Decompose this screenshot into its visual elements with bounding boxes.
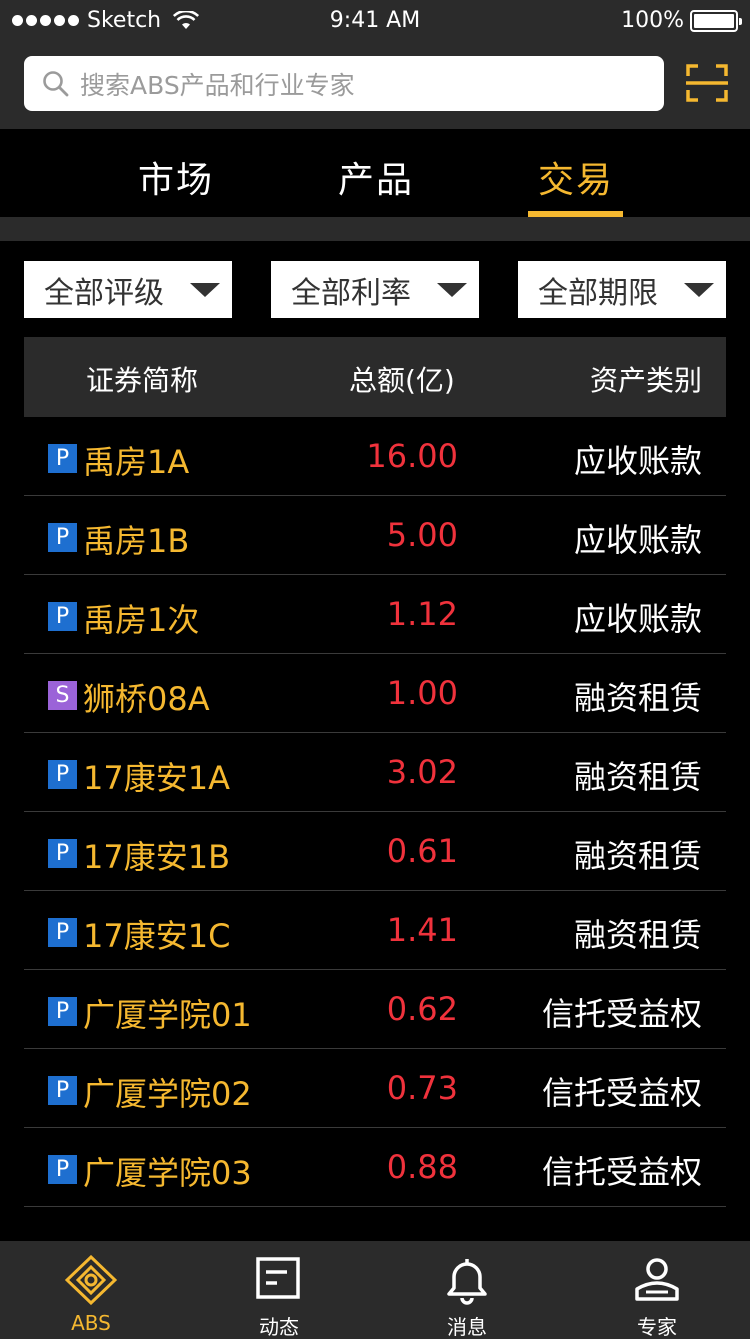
security-type-badge: S bbox=[48, 681, 77, 710]
section-divider bbox=[0, 217, 750, 241]
nav-messages[interactable]: 消息 bbox=[407, 1241, 527, 1339]
tab-market[interactable]: 市场 bbox=[106, 151, 246, 203]
security-type-badge: P bbox=[48, 997, 77, 1026]
securities-table-body: P 禹房1A 16.00 应收账款 P 禹房1B 5.00 应收账款 P 禹房1次 1.12 应收账款… bbox=[24, 417, 726, 1207]
security-name: 禹房1B bbox=[83, 522, 190, 560]
security-name: 广厦学院03 bbox=[83, 1154, 252, 1192]
total-amount: 0.88 bbox=[386, 1148, 458, 1186]
asset-type: 应收账款 bbox=[573, 521, 702, 559]
total-amount: 16.00 bbox=[366, 437, 458, 475]
nav-feed[interactable]: 动态 bbox=[219, 1241, 339, 1339]
security-type-badge: P bbox=[48, 839, 77, 868]
security-type-badge: P bbox=[48, 523, 77, 552]
filter-term-dropdown[interactable]: 全部期限 bbox=[518, 261, 726, 318]
security-name: 17康安1C bbox=[83, 917, 231, 955]
nav-feed-label: 动态 bbox=[259, 1315, 299, 1339]
tab-bar: 市场 产品 交易 bbox=[0, 129, 750, 217]
search-placeholder: 搜索ABS产品和行业专家 bbox=[80, 70, 355, 100]
table-row[interactable]: P 禹房1次 1.12 应收账款 bbox=[24, 575, 726, 654]
expert-icon bbox=[635, 1258, 679, 1301]
security-name: 狮桥08A bbox=[83, 680, 210, 718]
nav-experts-label: 专家 bbox=[637, 1315, 677, 1339]
security-name: 禹房1次 bbox=[83, 601, 200, 639]
asset-type: 融资租赁 bbox=[573, 758, 702, 796]
asset-type: 融资租赁 bbox=[573, 916, 702, 954]
table-row[interactable]: P 禹房1B 5.00 应收账款 bbox=[24, 496, 726, 575]
total-amount: 0.73 bbox=[386, 1069, 458, 1107]
header-total-amount: 总额(亿) bbox=[349, 364, 455, 397]
filter-rate-label: 全部利率 bbox=[291, 275, 411, 311]
total-amount: 5.00 bbox=[386, 516, 458, 554]
security-type-badge: P bbox=[48, 1155, 77, 1184]
security-name: 17康安1B bbox=[83, 838, 231, 876]
asset-type: 信托受益权 bbox=[541, 995, 702, 1033]
filter-rating-dropdown[interactable]: 全部评级 bbox=[24, 261, 232, 318]
security-type-badge: P bbox=[48, 602, 77, 631]
table-row[interactable]: P 广厦学院02 0.73 信托受益权 bbox=[24, 1049, 726, 1128]
caret-down-icon bbox=[190, 283, 220, 297]
asset-type: 融资租赁 bbox=[573, 679, 702, 717]
search-input[interactable]: 搜索ABS产品和行业专家 bbox=[24, 56, 664, 111]
bottom-nav: ABS 动态 消息 专家 bbox=[0, 1241, 750, 1339]
top-header: Sketch 9:41 AM 100% 搜索ABS产品和行业专家 bbox=[0, 0, 750, 129]
table-row[interactable]: P 17康安1B 0.61 融资租赁 bbox=[24, 812, 726, 891]
total-amount: 1.41 bbox=[386, 911, 458, 949]
security-type-badge: P bbox=[48, 1076, 77, 1105]
security-type-badge: P bbox=[48, 444, 77, 473]
total-amount: 0.61 bbox=[386, 832, 458, 870]
table-row[interactable]: P 17康安1C 1.41 融资租赁 bbox=[24, 891, 726, 970]
asset-type: 应收账款 bbox=[573, 442, 702, 480]
total-amount: 0.62 bbox=[386, 990, 458, 1028]
tab-trading[interactable]: 交易 bbox=[506, 151, 646, 203]
total-amount: 1.00 bbox=[386, 674, 458, 712]
status-right: 100% bbox=[621, 8, 742, 33]
asset-type: 信托受益权 bbox=[541, 1153, 702, 1191]
bell-icon bbox=[447, 1259, 487, 1305]
nav-abs[interactable]: ABS bbox=[31, 1241, 151, 1339]
security-name: 禹房1A bbox=[83, 443, 190, 481]
table-row[interactable]: P 广厦学院03 0.88 信托受益权 bbox=[24, 1128, 726, 1207]
battery-percent: 100% bbox=[621, 8, 684, 33]
status-bar: Sketch 9:41 AM 100% bbox=[0, 0, 750, 42]
security-type-badge: P bbox=[48, 918, 77, 947]
table-row[interactable]: P 广厦学院01 0.62 信托受益权 bbox=[24, 970, 726, 1049]
filter-rate-dropdown[interactable]: 全部利率 bbox=[271, 261, 479, 318]
scan-icon[interactable] bbox=[686, 64, 728, 102]
asset-type: 信托受益权 bbox=[541, 1074, 702, 1112]
security-name: 广厦学院02 bbox=[83, 1075, 252, 1113]
total-amount: 1.12 bbox=[386, 595, 458, 633]
caret-down-icon bbox=[684, 283, 714, 297]
caret-down-icon bbox=[437, 283, 467, 297]
filter-rating-label: 全部评级 bbox=[44, 275, 164, 311]
table-row[interactable]: P 17康安1A 3.02 融资租赁 bbox=[24, 733, 726, 812]
header-security-name: 证券简称 bbox=[86, 364, 199, 397]
nav-experts[interactable]: 专家 bbox=[597, 1241, 717, 1339]
header-asset-type: 资产类别 bbox=[589, 364, 702, 397]
nav-abs-label: ABS bbox=[71, 1311, 111, 1335]
asset-type: 融资租赁 bbox=[573, 837, 702, 875]
search-icon bbox=[43, 70, 69, 96]
filter-term-label: 全部期限 bbox=[538, 275, 658, 311]
abs-logo-icon bbox=[65, 1255, 117, 1305]
table-header: 证券简称 总额(亿) 资产类别 bbox=[24, 337, 726, 417]
battery-icon bbox=[690, 9, 742, 32]
security-name: 广厦学院01 bbox=[83, 996, 252, 1034]
nav-messages-label: 消息 bbox=[447, 1315, 487, 1339]
table-row[interactable]: S 狮桥08A 1.00 融资租赁 bbox=[24, 654, 726, 733]
asset-type: 应收账款 bbox=[573, 600, 702, 638]
feed-icon bbox=[256, 1257, 300, 1299]
security-type-badge: P bbox=[48, 760, 77, 789]
tab-products[interactable]: 产品 bbox=[306, 151, 446, 203]
table-row[interactable]: P 禹房1A 16.00 应收账款 bbox=[24, 417, 726, 496]
security-name: 17康安1A bbox=[83, 759, 230, 797]
total-amount: 3.02 bbox=[386, 753, 458, 791]
